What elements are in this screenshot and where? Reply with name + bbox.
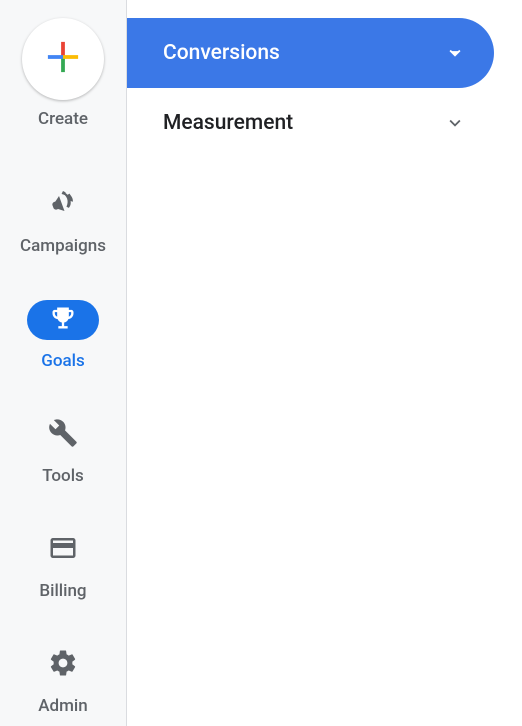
chevron-down-icon — [444, 42, 466, 64]
menu-item-label: Measurement — [163, 111, 293, 135]
sidebar-item-goals[interactable]: Goals — [27, 300, 99, 371]
sidebar-item-billing[interactable]: Billing — [27, 530, 99, 601]
tools-icon — [48, 418, 78, 452]
main-panel: Conversions Measurement — [127, 0, 522, 726]
sidebar-item-campaigns[interactable]: Campaigns — [20, 185, 106, 256]
menu-item-measurement[interactable]: Measurement — [127, 88, 494, 158]
sidebar-item-admin[interactable]: Admin — [27, 645, 99, 716]
create-button[interactable] — [22, 18, 104, 100]
sidebar-item-tools[interactable]: Tools — [27, 415, 99, 486]
menu-item-conversions[interactable]: Conversions — [127, 18, 494, 88]
credit-card-icon — [48, 533, 78, 567]
sidebar: Create Campaigns Goals — [0, 0, 127, 726]
create-label: Create — [38, 109, 88, 129]
menu-item-label: Conversions — [163, 41, 280, 65]
gear-icon — [48, 648, 78, 682]
sidebar-item-label: Tools — [42, 466, 84, 486]
sidebar-item-label: Billing — [39, 581, 86, 601]
sidebar-item-label: Campaigns — [20, 236, 106, 256]
sidebar-item-label: Admin — [38, 696, 87, 716]
megaphone-icon — [47, 187, 79, 223]
chevron-down-icon — [444, 112, 466, 134]
plus-icon — [46, 40, 80, 78]
sidebar-item-label: Goals — [41, 351, 84, 371]
trophy-icon — [49, 304, 77, 336]
